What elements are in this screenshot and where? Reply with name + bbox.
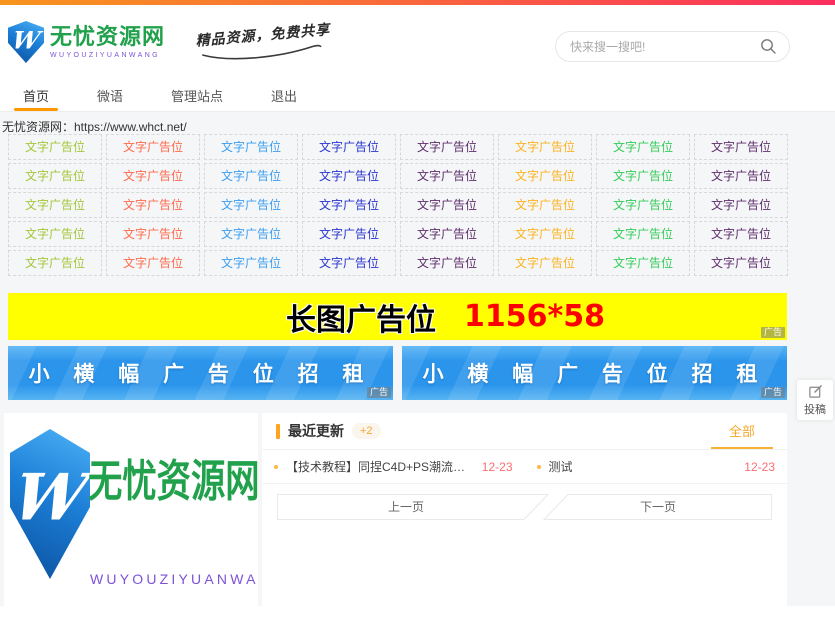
- search-icon[interactable]: [760, 38, 777, 55]
- text-ad-slot[interactable]: 文字广告位: [106, 192, 200, 218]
- article-date: 12-23: [472, 460, 513, 474]
- logo-monogram: W: [9, 26, 42, 55]
- brand-latin: WUYOUZIYUANWANG: [50, 52, 165, 59]
- view-all-link[interactable]: 全部: [711, 413, 773, 449]
- submit-post-label: 投稿: [804, 401, 826, 417]
- article-title[interactable]: 测试: [549, 458, 573, 475]
- text-ad-slot[interactable]: 文字广告位: [596, 163, 690, 189]
- nav-item-logout[interactable]: 退出: [262, 79, 306, 111]
- site-logo[interactable]: W 无忧资源网 WUYOUZIYUANWANG: [8, 21, 165, 63]
- text-ad-slot[interactable]: 文字广告位: [8, 192, 102, 218]
- recent-updates-list: 【技术教程】同捏C4D+PS潮流海报案例课 12-23 测试 12-23: [262, 450, 787, 484]
- text-ad-slot[interactable]: 文字广告位: [694, 192, 788, 218]
- text-ad-slot[interactable]: 文字广告位: [694, 250, 788, 276]
- brand-name: 无忧资源网: [50, 25, 165, 49]
- nav-item-home[interactable]: 首页: [14, 79, 58, 111]
- compose-icon: [808, 384, 823, 399]
- text-ad-slot[interactable]: 文字广告位: [400, 134, 494, 160]
- ad-tag: 广告: [367, 387, 391, 398]
- site-url-line: 无忧资源网：https://www.whct.net/: [2, 118, 187, 135]
- recent-updates-card: 最近更新 +2 全部 【技术教程】同捏C4D+PS潮流海报案例课 12-23 测…: [262, 413, 787, 606]
- text-ad-slot[interactable]: 文字广告位: [498, 192, 592, 218]
- text-ad-slot[interactable]: 文字广告位: [596, 192, 690, 218]
- list-item[interactable]: 测试 12-23: [525, 458, 788, 475]
- text-ad-slot[interactable]: 文字广告位: [596, 221, 690, 247]
- text-ad-slot[interactable]: 文字广告位: [596, 250, 690, 276]
- ad-tag: 广告: [761, 327, 785, 338]
- recent-count-badge: +2: [352, 423, 381, 439]
- list-item[interactable]: 【技术教程】同捏C4D+PS潮流海报案例课 12-23: [262, 458, 525, 475]
- text-ad-slot[interactable]: 文字广告位: [204, 250, 298, 276]
- text-ad-slot[interactable]: 文字广告位: [8, 163, 102, 189]
- brand-latin-large: WUYOUZIYUANWANG: [90, 571, 258, 587]
- long-ad-banner[interactable]: 长图广告位 1156*58 广告: [8, 293, 787, 340]
- text-ad-slot[interactable]: 文字广告位: [596, 134, 690, 160]
- text-ad-slot[interactable]: 文字广告位: [498, 163, 592, 189]
- text-ad-slot[interactable]: 文字广告位: [498, 250, 592, 276]
- bullet-dot-icon: [537, 465, 541, 469]
- next-page-button[interactable]: 下一页: [544, 495, 772, 520]
- main-nav: 首页 微语 管理站点 退出: [0, 79, 835, 112]
- text-ad-slot[interactable]: 文字广告位: [106, 163, 200, 189]
- text-ad-slot[interactable]: 文字广告位: [302, 134, 396, 160]
- slogan: 精品资源，免费共享: [195, 19, 327, 64]
- text-ad-slot[interactable]: 文字广告位: [8, 221, 102, 247]
- text-ad-slot[interactable]: 文字广告位: [302, 221, 396, 247]
- brand-name-large: 无忧资源网: [88, 445, 258, 509]
- text-ad-slot[interactable]: 文字广告位: [204, 221, 298, 247]
- main-content: 无忧资源网：https://www.whct.net/ 文字广告位文字广告位文字…: [0, 112, 835, 606]
- text-ad-slot[interactable]: 文字广告位: [694, 134, 788, 160]
- text-ad-slot[interactable]: 文字广告位: [694, 221, 788, 247]
- site-header: W 无忧资源网 WUYOUZIYUANWANG 精品资源，免费共享: [0, 5, 835, 79]
- long-banner-size: 1156*58: [464, 299, 605, 334]
- recent-updates-header: 最近更新 +2 全部: [262, 413, 787, 450]
- prev-page-button[interactable]: 上一页: [278, 495, 549, 520]
- text-ad-slot[interactable]: 文字广告位: [400, 163, 494, 189]
- search-box: [555, 31, 790, 62]
- logo-monogram: W: [6, 461, 94, 536]
- text-ad-slot[interactable]: 文字广告位: [302, 192, 396, 218]
- section-accent-bar: [276, 424, 280, 439]
- text-ad-slot[interactable]: 文字广告位: [400, 250, 494, 276]
- text-ad-slot[interactable]: 文字广告位: [400, 192, 494, 218]
- submit-post-button[interactable]: 投稿: [797, 380, 833, 420]
- text-ad-slot[interactable]: 文字广告位: [8, 134, 102, 160]
- search-input[interactable]: [568, 39, 754, 55]
- logo-banner-card[interactable]: W 无忧资源网 WUYOUZIYUANWANG: [4, 413, 258, 606]
- small-ad-banner-right[interactable]: 小 横 幅 广 告 位 招 租 广告: [402, 346, 787, 400]
- text-ad-slot[interactable]: 文字广告位: [302, 163, 396, 189]
- next-page-label[interactable]: 下一页: [640, 500, 676, 514]
- small-banner-row: 小 横 幅 广 告 位 招 租 广告 小 横 幅 广 告 位 招 租 广告: [8, 346, 787, 400]
- text-ad-slot[interactable]: 文字广告位: [498, 221, 592, 247]
- text-ad-slot[interactable]: 文字广告位: [8, 250, 102, 276]
- long-banner-title: 长图广告位: [286, 295, 436, 339]
- text-ad-slot[interactable]: 文字广告位: [498, 134, 592, 160]
- text-ad-slot[interactable]: 文字广告位: [694, 163, 788, 189]
- text-ad-slot[interactable]: 文字广告位: [302, 250, 396, 276]
- logo-shield-icon: W: [8, 21, 44, 63]
- ad-grid: 文字广告位文字广告位文字广告位文字广告位文字广告位文字广告位文字广告位文字广告位…: [8, 134, 788, 276]
- prev-page-label[interactable]: 上一页: [388, 500, 424, 514]
- logo-shield-icon-large: W: [10, 429, 90, 579]
- text-ad-slot[interactable]: 文字广告位: [400, 221, 494, 247]
- page: W 无忧资源网 WUYOUZIYUANWANG 精品资源，免费共享 首: [0, 0, 835, 638]
- nav-item-manage-site[interactable]: 管理站点: [162, 79, 232, 111]
- text-ad-slot[interactable]: 文字广告位: [106, 134, 200, 160]
- small-ad-banner-left[interactable]: 小 横 幅 广 告 位 招 租 广告: [8, 346, 393, 400]
- recent-updates-title: 最近更新: [288, 421, 344, 441]
- text-ad-slot[interactable]: 文字广告位: [204, 163, 298, 189]
- pagination: 上一页 下一页: [262, 484, 787, 526]
- text-ad-slot[interactable]: 文字广告位: [204, 134, 298, 160]
- article-title[interactable]: 【技术教程】同捏C4D+PS潮流海报案例课: [286, 458, 472, 475]
- text-ad-slot[interactable]: 文字广告位: [204, 192, 298, 218]
- nav-item-weiyu[interactable]: 微语: [88, 79, 132, 111]
- ad-tag: 广告: [761, 387, 785, 398]
- text-ad-slot[interactable]: 文字广告位: [106, 250, 200, 276]
- bullet-dot-icon: [274, 465, 278, 469]
- text-ad-slot[interactable]: 文字广告位: [106, 221, 200, 247]
- article-date: 12-23: [734, 460, 775, 474]
